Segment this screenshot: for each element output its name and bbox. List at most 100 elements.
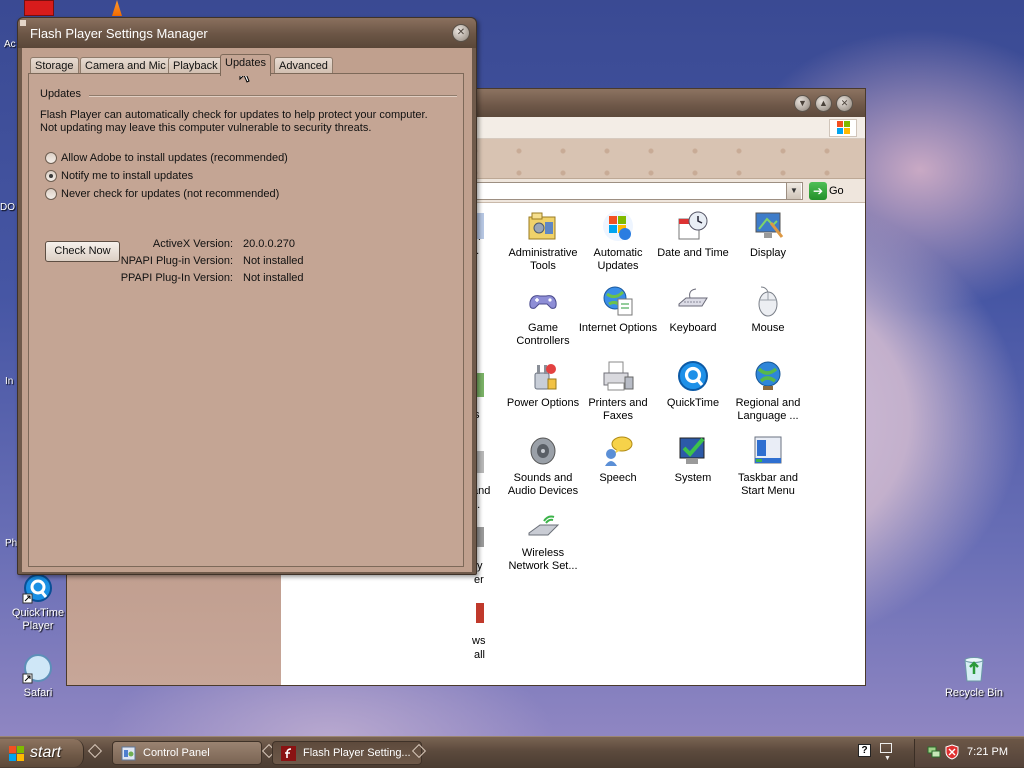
cp-item-date-and-time[interactable]: Date and Time bbox=[653, 209, 733, 260]
cp-item-label: Taskbar and Start Menu bbox=[738, 472, 798, 497]
version-key-row: NPAPI Plug-in Version: bbox=[29, 255, 233, 268]
partial-item-label: all bbox=[474, 649, 486, 661]
cp-item-regional-and-language[interactable]: Regional and Language ... bbox=[728, 359, 808, 423]
network-icon[interactable] bbox=[927, 745, 941, 759]
radio-label: Never check for updates (not recommended… bbox=[61, 188, 280, 200]
version-key: PPAPI Plug-In Version: bbox=[120, 272, 233, 284]
cp-item-power-options[interactable]: Power Options bbox=[503, 359, 583, 410]
cp-item-display[interactable]: Display bbox=[728, 209, 808, 260]
cp-item-sounds-and-audio-devices[interactable]: Sounds and Audio Devices bbox=[503, 434, 583, 498]
help-icon[interactable]: ? bbox=[858, 744, 871, 757]
windows-flag-icon bbox=[9, 746, 24, 761]
updates-panel: Updates Flash Player can automatically c… bbox=[28, 73, 464, 567]
flash-dialog-body: Storage Camera and Mic Playback Updates … bbox=[22, 48, 472, 572]
safari-compass-icon bbox=[22, 652, 54, 684]
maximize-button[interactable]: ▲ bbox=[815, 95, 832, 112]
partial-item-icon bbox=[476, 603, 484, 623]
version-key-row: PPAPI Plug-In Version: bbox=[29, 272, 233, 285]
cp-item-wireless-network-setup[interactable]: Wireless Network Set... bbox=[503, 509, 583, 573]
desktop-edge-label: DO bbox=[0, 202, 15, 213]
cp-item-administrative-tools[interactable]: Administrative Tools bbox=[503, 209, 583, 273]
system-computer-icon bbox=[676, 434, 710, 468]
globe-icon bbox=[751, 359, 785, 393]
version-key-row: ActiveX Version: bbox=[29, 238, 233, 251]
taskbar-icon bbox=[751, 434, 785, 468]
cp-item-label: System bbox=[674, 472, 712, 484]
vlc-cone-icon[interactable] bbox=[112, 0, 122, 16]
address-dropdown-button[interactable]: ▼ bbox=[786, 183, 801, 199]
go-button[interactable]: ➔ Go bbox=[809, 182, 844, 200]
partial-item-label: ws bbox=[472, 635, 486, 647]
close-button[interactable]: ✕ bbox=[836, 95, 853, 112]
dialog-title: Flash Player Settings Manager bbox=[30, 26, 208, 41]
radio-button-selected[interactable] bbox=[45, 170, 57, 182]
radio-button[interactable] bbox=[45, 188, 57, 200]
description-line: Not updating may leave this computer vul… bbox=[40, 122, 372, 134]
system-tray: 7:21 PM bbox=[914, 739, 1024, 767]
task-label: Flash Player Setting... bbox=[303, 747, 411, 759]
version-value-row: Not installed bbox=[243, 272, 363, 285]
speech-bubble-icon bbox=[601, 434, 635, 468]
wireless-network-icon bbox=[526, 509, 560, 543]
flash-dialog-titlebar[interactable]: Flash Player Settings Manager ✕ bbox=[18, 18, 476, 48]
desktop-edge-label: Ph bbox=[5, 538, 18, 549]
group-divider bbox=[89, 95, 457, 97]
cp-item-internet-options[interactable]: Internet Options bbox=[578, 284, 658, 335]
desktop-icon-safari[interactable]: Safari bbox=[0, 652, 76, 700]
desktop-edge-label: Ac bbox=[4, 39, 16, 50]
cp-item-label: Internet Options bbox=[578, 322, 658, 334]
task-button-control-panel[interactable]: Control Panel bbox=[112, 741, 262, 765]
partial-item-icon bbox=[476, 213, 484, 239]
cp-item-printers-and-faxes[interactable]: Printers and Faxes bbox=[578, 359, 658, 423]
mouse-icon bbox=[751, 284, 785, 318]
radio-button[interactable] bbox=[45, 152, 57, 164]
language-bar-icon[interactable] bbox=[880, 743, 892, 753]
minimize-button[interactable]: ▼ bbox=[794, 95, 811, 112]
tab-label: Camera and Mic bbox=[85, 60, 166, 72]
cp-item-taskbar-and-start-menu[interactable]: Taskbar and Start Menu bbox=[728, 434, 808, 498]
radio-label: Notify me to install updates bbox=[61, 170, 194, 182]
task-button-flash-player-settings[interactable]: Flash Player Setting... bbox=[272, 741, 422, 765]
partial-item-icon bbox=[476, 451, 484, 473]
cp-item-label: Printers and Faxes bbox=[588, 397, 648, 422]
cp-item-label: Date and Time bbox=[657, 247, 729, 259]
cp-item-quicktime[interactable]: QuickTime bbox=[653, 359, 733, 410]
administrative-tools-icon bbox=[526, 209, 560, 243]
go-label: Go bbox=[829, 185, 844, 197]
gamepad-icon bbox=[526, 284, 560, 318]
cp-item-label: QuickTime bbox=[666, 397, 720, 409]
group-label: Updates bbox=[40, 88, 85, 100]
cp-item-automatic-updates[interactable]: Automatic Updates bbox=[578, 209, 658, 273]
cp-item-label: Sounds and Audio Devices bbox=[507, 472, 579, 497]
quicktime-icon bbox=[676, 359, 710, 393]
start-button[interactable]: start bbox=[0, 739, 84, 767]
cp-item-label: Keyboard bbox=[669, 322, 717, 334]
updates-description: Flash Player can automatically check for… bbox=[40, 109, 450, 135]
titlebar-corner bbox=[20, 20, 26, 26]
cp-item-keyboard[interactable]: Keyboard bbox=[653, 284, 733, 335]
desktop-icon-quicktime-player[interactable]: QuickTime Player bbox=[0, 572, 76, 633]
partial-item-icon bbox=[476, 373, 484, 397]
desktop-edge-label: In bbox=[5, 376, 14, 387]
cp-item-label: Administrative Tools bbox=[508, 247, 578, 272]
close-button[interactable]: ✕ bbox=[452, 24, 470, 42]
cp-item-system[interactable]: System bbox=[653, 434, 733, 485]
partial-item-icon bbox=[476, 527, 484, 547]
security-shield-icon[interactable] bbox=[945, 744, 959, 760]
desktop-icon-recycle-bin[interactable]: Recycle Bin bbox=[936, 652, 1012, 700]
tab-updates[interactable]: Updates bbox=[220, 54, 271, 76]
cp-item-game-controllers[interactable]: Game Controllers bbox=[503, 284, 583, 348]
windows-logo-icon bbox=[829, 119, 857, 137]
adobe-reader-icon[interactable] bbox=[24, 0, 54, 16]
chevron-down-icon[interactable]: ▼ bbox=[884, 755, 891, 762]
tab-label: Updates bbox=[225, 57, 266, 69]
version-value: 20.0.0.270 bbox=[243, 238, 295, 250]
control-panel-icon bbox=[121, 746, 136, 761]
version-key: ActiveX Version: bbox=[152, 238, 233, 250]
version-value: Not installed bbox=[243, 272, 304, 284]
version-key: NPAPI Plug-in Version: bbox=[120, 255, 233, 267]
version-value: Not installed bbox=[243, 255, 304, 267]
version-value-row: 20.0.0.270 bbox=[243, 238, 363, 251]
cp-item-speech[interactable]: Speech bbox=[578, 434, 658, 485]
cp-item-mouse[interactable]: Mouse bbox=[728, 284, 808, 335]
